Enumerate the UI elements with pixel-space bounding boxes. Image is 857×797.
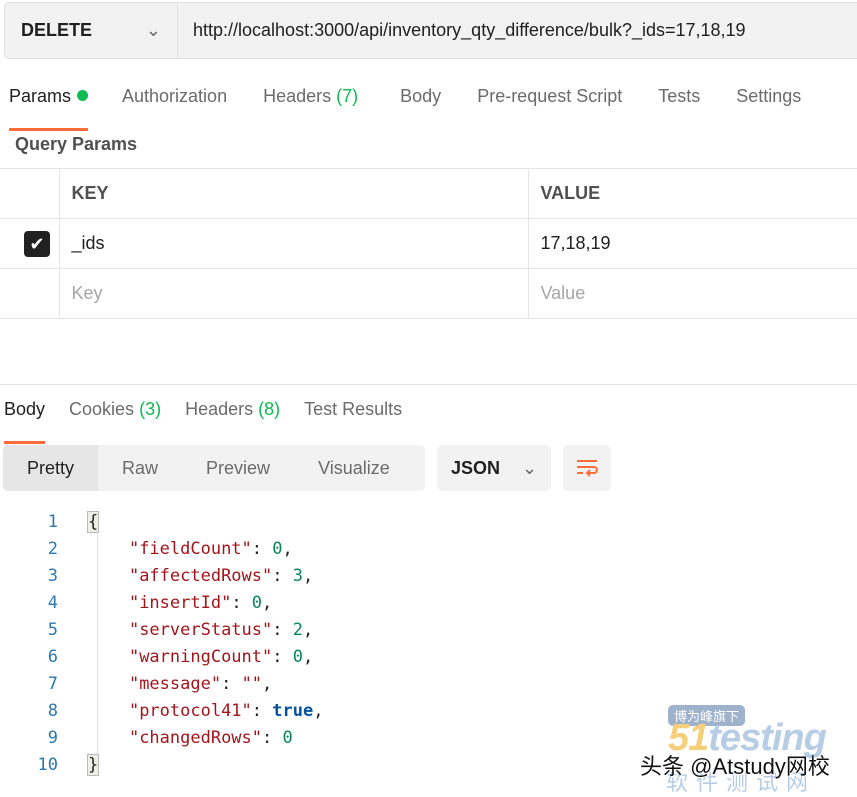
code-line: "insertId": 0,: [128, 593, 273, 613]
line-number: 2: [47, 539, 58, 559]
tab-response-body[interactable]: Body: [4, 399, 46, 444]
view-mode-segmented: Pretty Raw Preview Visualize: [3, 445, 425, 491]
code-line: "warningCount": 0,: [128, 647, 314, 667]
format-label: JSON: [450, 457, 500, 478]
response-tabs: Body Cookies (3) Headers (8) Test Result…: [4, 399, 402, 444]
key-input[interactable]: Key: [59, 268, 529, 319]
json-key: "warningCount": [128, 647, 273, 667]
brace: {: [86, 511, 100, 533]
json-key: "changedRows": [128, 728, 263, 748]
table-row-empty: Key Value: [0, 268, 857, 319]
tab-pre-request-script[interactable]: Pre-request Script: [477, 86, 622, 117]
line-number: 9: [47, 728, 58, 748]
tab-response-headers[interactable]: Headers (8): [185, 399, 280, 430]
line-number: 8: [47, 701, 58, 721]
tab-cookies[interactable]: Cookies (3): [69, 399, 161, 430]
json-key: "protocol41": [128, 701, 252, 721]
response-body-code[interactable]: 1 {2 "fieldCount": 0, 3 "affectedRows": 3,…: [0, 510, 600, 790]
query-params-table: KEY VALUE ✔ _ids 17,18,19 Key Value: [0, 168, 857, 319]
method-label: DELETE: [21, 20, 93, 40]
code-line: "message": "",: [128, 674, 273, 694]
json-value: "": [241, 674, 263, 694]
wrap-lines-button[interactable]: [563, 445, 611, 491]
code-line: "protocol41": true,: [128, 701, 324, 721]
param-value[interactable]: 17,18,19: [528, 218, 857, 269]
url-input[interactable]: http://localhost:3000/api/inventory_qty_…: [178, 20, 746, 41]
line-number: 3: [47, 566, 58, 586]
watermark: 博为峰旗下 51testing 软件测试网 头条 @Atstudy网校: [640, 703, 855, 795]
line-number: 6: [47, 647, 58, 667]
query-params-title: Query Params: [15, 134, 138, 154]
line-number: 4: [47, 593, 58, 613]
chevron-down-icon: ⌄: [145, 20, 161, 40]
json-value: 0: [251, 593, 263, 613]
tab-settings[interactable]: Settings: [736, 86, 801, 117]
json-value: 3: [292, 566, 303, 586]
line-number: 10: [37, 755, 58, 775]
param-key[interactable]: _ids: [59, 218, 529, 269]
url-bar: DELETE ⌄ http://localhost:3000/api/invent…: [4, 2, 857, 59]
tab-tests[interactable]: Tests: [658, 86, 700, 117]
line-number: 5: [47, 620, 58, 640]
json-key: "serverStatus": [128, 620, 273, 640]
divider: [0, 384, 857, 385]
request-tabs: Params Authorization Headers (7) Body Pr…: [9, 86, 801, 131]
checkbox-checked[interactable]: ✔: [24, 230, 50, 257]
json-value: 0: [282, 728, 293, 748]
json-value: true: [272, 701, 314, 721]
json-value: 2: [292, 620, 303, 640]
tab-headers[interactable]: Headers (7): [263, 86, 358, 117]
json-value: 0: [292, 647, 303, 667]
code-line: "affectedRows": 3,: [128, 566, 314, 586]
view-pretty[interactable]: Pretty: [3, 445, 99, 491]
code-line: "serverStatus": 2,: [128, 620, 314, 640]
method-select[interactable]: DELETE ⌄: [5, 3, 178, 58]
format-select[interactable]: JSON ⌄: [437, 445, 551, 491]
value-input[interactable]: Value: [528, 268, 857, 319]
json-value: 0: [272, 539, 283, 559]
code-line: }: [86, 754, 100, 776]
tab-params[interactable]: Params: [9, 86, 89, 131]
code-line: "fieldCount": 0,: [128, 539, 293, 559]
wrap-lines-icon: [577, 460, 598, 477]
tab-body[interactable]: Body: [400, 86, 441, 117]
value-header: VALUE: [528, 168, 857, 219]
tab-authorization[interactable]: Authorization: [122, 86, 227, 117]
tab-test-results[interactable]: Test Results: [304, 399, 402, 430]
params-active-dot: [77, 90, 89, 101]
view-preview[interactable]: Preview: [182, 445, 294, 491]
line-number: 1: [47, 512, 58, 532]
code-line: "changedRows": 0: [128, 728, 293, 748]
json-key: "insertId": [128, 593, 232, 613]
view-visualize[interactable]: Visualize: [294, 445, 414, 491]
brace: }: [86, 754, 100, 776]
table-row: ✔ _ids 17,18,19: [0, 218, 857, 269]
code-line: {: [86, 511, 100, 533]
key-header: KEY: [59, 168, 529, 219]
json-key: "message": [128, 674, 222, 694]
indent-guide: [97, 534, 98, 754]
chevron-down-icon: ⌄: [521, 457, 538, 478]
line-number: 7: [47, 674, 58, 694]
view-raw[interactable]: Raw: [98, 445, 182, 491]
json-key: "fieldCount": [128, 539, 252, 559]
json-key: "affectedRows": [128, 566, 273, 586]
